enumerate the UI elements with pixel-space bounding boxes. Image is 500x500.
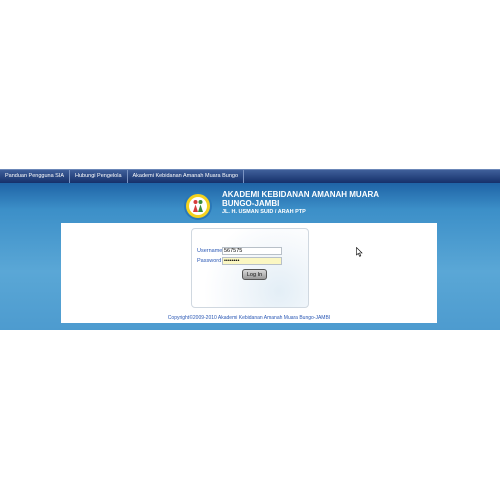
password-label: Password	[197, 258, 222, 264]
login-form	[191, 228, 309, 308]
login-button[interactable]: Log In	[242, 269, 267, 280]
username-label: Username	[197, 248, 223, 254]
school-title: AKADEMI KEBIDANAN AMANAH MUARA BUNGO-JAM…	[222, 190, 379, 208]
username-field[interactable]	[222, 247, 282, 255]
nav-item-academy[interactable]: Akademi Kebidanan Amanah Muara Bungo	[128, 170, 245, 183]
top-navbar: Panduan Pengguna SIA Hubungi Pengelola A…	[0, 169, 500, 183]
school-address: JL. H. USMAN SUID / ARAH PTP	[222, 209, 306, 215]
mouse-cursor-icon	[356, 247, 363, 257]
password-field[interactable]	[222, 257, 282, 265]
copyright-text: Copyright©2009-2010 Akademi Kebidanan Am…	[167, 315, 331, 321]
nav-item-user-guide[interactable]: Panduan Pengguna SIA	[0, 170, 71, 183]
nav-item-contact[interactable]: Hubungi Pengelola	[70, 170, 128, 183]
school-logo-icon	[184, 192, 212, 220]
